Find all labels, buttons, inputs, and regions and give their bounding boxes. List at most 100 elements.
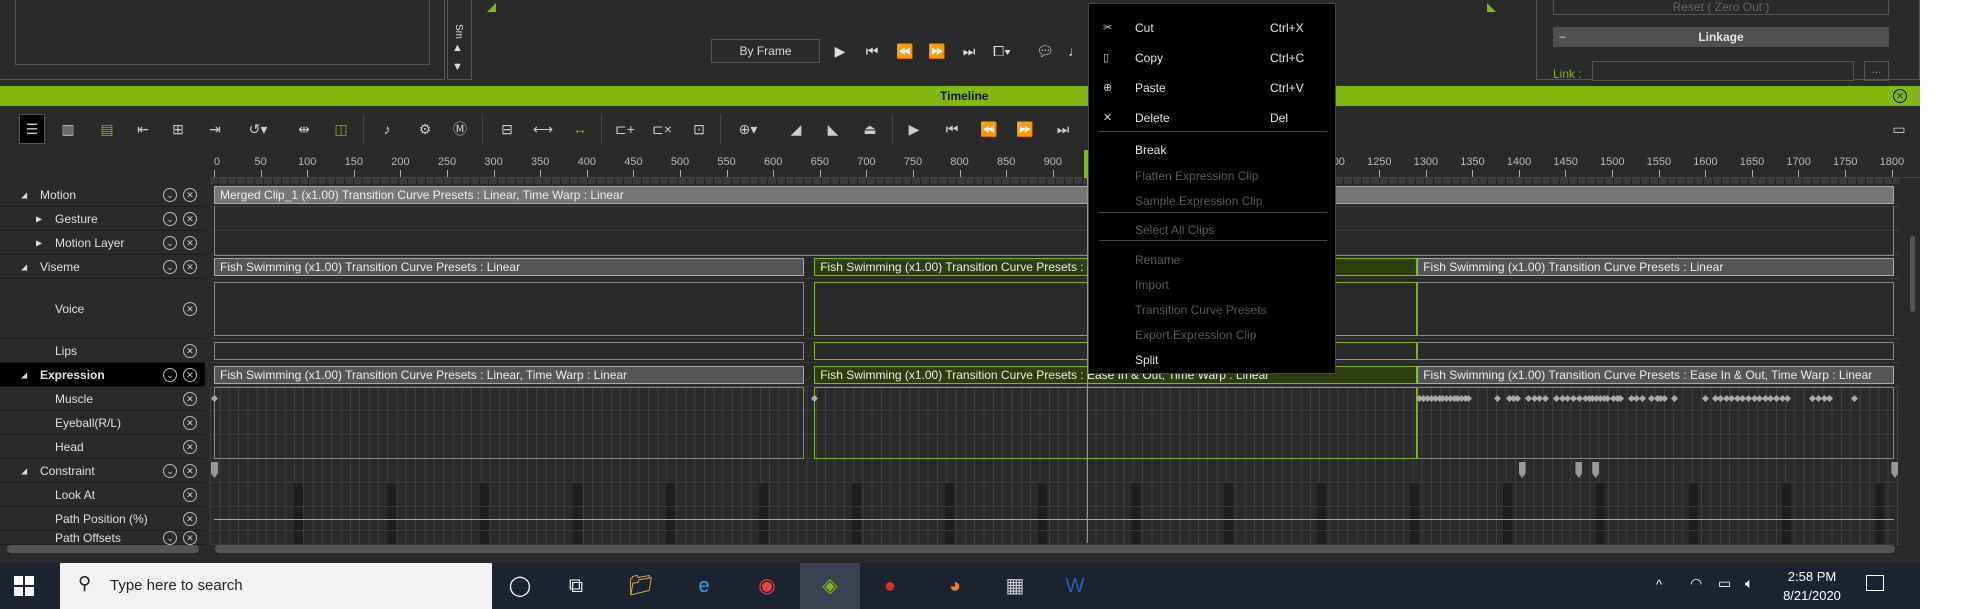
expression-clip-region[interactable] [814, 387, 1418, 459]
tracklist-hscrollbar[interactable] [7, 545, 199, 553]
timeline-hscrollbar[interactable] [215, 545, 1895, 553]
track-row-constraint[interactable]: ◢ Constraint ⌄ ✕ [0, 459, 205, 483]
app-icon[interactable]: ● [875, 571, 905, 601]
view-options-icon[interactable]: ▭ [1886, 118, 1912, 140]
remove-track-icon[interactable]: ✕ [183, 301, 197, 316]
track-lane[interactable] [210, 459, 1900, 483]
remove-track-icon[interactable]: ✕ [183, 235, 197, 250]
clock[interactable]: 2:58 PM 8/21/2020 [1780, 569, 1844, 603]
scroll-down-icon[interactable]: ▼ [452, 61, 463, 73]
track-row-motion-layer[interactable]: ▶ Motion Layer ⌄ ✕ [0, 231, 205, 255]
collapse-track-icon[interactable]: ⌄ [163, 463, 177, 478]
remove-track-icon[interactable]: ✕ [183, 463, 197, 478]
search-box[interactable]: ⚲ Type here to search [60, 563, 492, 609]
remove-track-icon[interactable]: ✕ [183, 343, 197, 358]
voice-clip-region[interactable] [1417, 282, 1895, 336]
remove-track-icon[interactable]: ✕ [183, 511, 197, 526]
sync-icon[interactable]: ◫ [328, 118, 354, 140]
next-marker-icon[interactable]: ◣ [820, 118, 846, 140]
track-row-eyeball-r-l-[interactable]: Eyeball(R/L) ✕ [0, 411, 205, 435]
transition-icon[interactable]: ↺▾ [245, 118, 271, 140]
stretch-icon[interactable]: ⟷ [530, 118, 556, 140]
word-icon[interactable]: W [1060, 571, 1090, 601]
prev-marker-icon[interactable]: ◢ [783, 118, 809, 140]
iclone-icon[interactable]: ◈ [815, 571, 845, 601]
expand-down-icon[interactable]: ◢ [21, 262, 27, 271]
remove-track-icon[interactable]: ✕ [183, 530, 197, 545]
collapse-icon[interactable]: − [1559, 27, 1566, 47]
task-view-icon[interactable]: ⧉ [561, 571, 591, 601]
expand-down-icon[interactable]: ◢ [21, 466, 27, 475]
menu-item-rename[interactable]: Rename [1089, 249, 1335, 271]
remove-track-icon[interactable]: ✕ [183, 211, 197, 226]
wifi-icon[interactable]: ◠ [1690, 575, 1702, 592]
track-row-gesture[interactable]: ▶ Gesture ⌄ ✕ [0, 207, 205, 231]
file-explorer-icon[interactable]: 📁︎ [626, 571, 656, 601]
layer-icon[interactable]: ▤ [94, 118, 120, 140]
remove-track-icon[interactable]: ✕ [183, 415, 197, 430]
menu-item-transition-curve-presets[interactable]: Transition Curve Presets [1089, 299, 1335, 321]
track-lane[interactable] [210, 483, 1900, 507]
play-icon[interactable]: ▶ [827, 41, 853, 61]
chrome-icon[interactable]: ◉ [752, 571, 782, 601]
remove-track-icon[interactable]: ✕ [183, 367, 197, 382]
menu-item-import[interactable]: Import [1089, 274, 1335, 296]
clip[interactable]: Fish Swimming (x1.00) Transition Curve P… [214, 366, 804, 384]
by-frame-button[interactable]: By Frame [711, 39, 820, 63]
show-hidden-icons[interactable]: ^ [1656, 577, 1662, 592]
time-ruler[interactable]: 0 50 100 150 200 250 300 350 400 450 500 550 600 650 7… [210, 150, 1920, 178]
rewind-icon[interactable]: ⏪ [976, 118, 1002, 140]
reset-button[interactable]: Reset ( Zero Out ) [1553, 0, 1889, 15]
music-note-icon[interactable]: ♩ [1062, 41, 1088, 61]
notification-icon[interactable] [1866, 575, 1884, 591]
remove-track-icon[interactable]: ✕ [183, 259, 197, 274]
menu-item-split[interactable]: Split [1089, 349, 1335, 371]
zoom-icon[interactable]: ⊕▾ [735, 118, 761, 140]
menu-item-sample-expression-clip[interactable]: Sample Expression Clip [1089, 190, 1335, 212]
play-icon[interactable]: ▶ [901, 118, 927, 140]
clip[interactable]: Fish Swimming (x1.00) Transition Curve P… [1417, 366, 1895, 384]
browse-button[interactable]: ... [1864, 61, 1889, 81]
mixer-icon[interactable]: Ⓜ [447, 118, 473, 140]
collapse-track-icon[interactable]: ⌄ [163, 235, 177, 250]
menu-item-cut[interactable]: ✂ Cut Ctrl+X [1089, 17, 1335, 39]
clip-icon[interactable]: ▥ [55, 118, 81, 140]
link-input[interactable] [1592, 61, 1854, 81]
track-row-look-at[interactable]: Look At ✕ [0, 483, 205, 507]
track-row-path-position-[interactable]: Path Position (%) ✕ [0, 507, 205, 531]
expand-right-icon[interactable]: ▶ [36, 238, 42, 247]
motion-icon[interactable]: ⚙ [412, 118, 438, 140]
move-track-icon[interactable]: ⇥ [202, 118, 228, 140]
clip[interactable]: Fish Swimming (x1.00) Transition Curve P… [1417, 258, 1895, 276]
subtitle-icon[interactable]: 💬︎ [1032, 41, 1058, 61]
track-row-lips[interactable]: Lips ✕ [0, 339, 205, 363]
menu-item-delete[interactable]: ✕ Delete Del [1089, 107, 1335, 129]
menu-item-paste[interactable]: ⊕ Paste Ctrl+V [1089, 77, 1335, 99]
expand-down-icon[interactable]: ◢ [21, 190, 27, 199]
remove-track-icon[interactable]: ✕ [183, 391, 197, 406]
windows-start-icon[interactable] [14, 576, 34, 596]
menu-item-copy[interactable]: ▯ Copy Ctrl+C [1089, 47, 1335, 69]
track-row-viseme[interactable]: ◢ Viseme ⌄ ✕ [0, 255, 205, 279]
key-group-icon[interactable]: ⊡ [686, 118, 712, 140]
track-row-motion[interactable]: ◢ Motion ⌄ ✕ [0, 183, 205, 207]
export-icon[interactable]: ⏏ [857, 118, 883, 140]
next-key-icon[interactable]: ⏭ [1050, 118, 1076, 140]
collapse-icon[interactable]: ⇤ [130, 118, 156, 140]
clip[interactable]: Merged Clip_1 (x1.00) Transition Curve P… [214, 186, 1895, 204]
track-row-expression[interactable]: ◢ Expression ⌄ ✕ [0, 363, 205, 387]
speaker-icon[interactable]: 🔈︎ [1745, 575, 1753, 592]
lips-clip-region[interactable] [1417, 342, 1895, 360]
collapse-track-icon[interactable]: ⌄ [163, 187, 177, 202]
flip-icon[interactable]: ⇹ [291, 118, 317, 140]
side-strip[interactable]: Sm ▲ ▼ [447, 0, 472, 80]
next-key-icon[interactable]: ⏭ [956, 41, 982, 61]
fast-forward-icon[interactable]: ⏩ [924, 41, 950, 61]
expand-right-icon[interactable]: ▶ [36, 214, 42, 223]
collapse-track-icon[interactable]: ⌄ [163, 530, 177, 545]
timeline-vscrollbar[interactable] [1910, 236, 1915, 312]
rewind-icon[interactable]: ⏪ [892, 41, 918, 61]
menu-item-flatten-expression-clip[interactable]: Flatten Expression Clip [1089, 165, 1335, 187]
track-row-path-offsets[interactable]: Path Offsets ⌄ ✕ [0, 530, 205, 545]
remove-key-icon[interactable]: ⊏× [649, 118, 675, 140]
